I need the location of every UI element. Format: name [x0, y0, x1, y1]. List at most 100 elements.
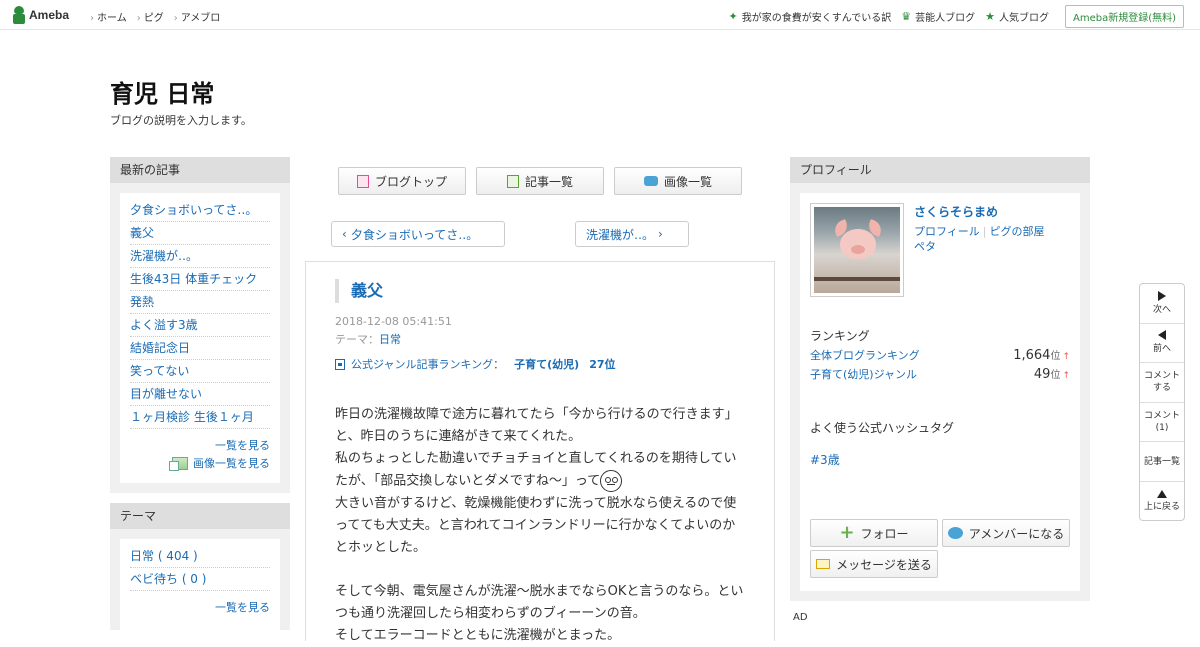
- ameba-logo[interactable]: Ameba: [12, 6, 69, 24]
- article-theme-link[interactable]: 日常: [379, 333, 401, 346]
- article-title[interactable]: 義父: [335, 279, 383, 303]
- recent-post-item[interactable]: 発熱: [130, 291, 270, 314]
- send-message-button[interactable]: メッセージを送る: [810, 550, 938, 578]
- register-button[interactable]: Ameba新規登録(無料): [1064, 5, 1184, 28]
- avatar[interactable]: [810, 203, 904, 297]
- article-theme-label: テーマ：: [335, 333, 379, 346]
- hashtag-link[interactable]: #3歳: [810, 451, 840, 468]
- recent-posts-panel: 最新の記事 夕食ショボいってさ‥。 義父 洗濯機が‥。 生後43日 体重チェック…: [110, 157, 290, 493]
- crown-icon: ♛: [901, 10, 912, 23]
- star-icon: ★: [985, 10, 995, 23]
- chevron-right-icon: ›: [136, 13, 141, 24]
- follow-label: フォロー: [860, 526, 909, 541]
- separator: |: [982, 225, 987, 238]
- next-article-link[interactable]: 洗濯機が‥。 ›: [575, 221, 689, 247]
- article: 義父 2018-12-08 05:41:51 テーマ：日常 公式ジャンル記事ラン…: [305, 261, 775, 643]
- ranking-row-value: 1,664: [1013, 348, 1051, 363]
- recent-post-item[interactable]: 目が離せない: [130, 383, 270, 406]
- prev-article-label: 夕食ショボいってさ‥。: [350, 227, 479, 242]
- article-paragraph-with-emoji: 私のちょっとした勘違いでチョチョイと直してくれるのを期待していたが、「部品交換し…: [335, 448, 747, 493]
- recent-posts-box: 夕食ショボいってさ‥。 義父 洗濯機が‥。 生後43日 体重チェック 発熱 よく…: [120, 193, 280, 483]
- celebrity-blog-label: 芸能人ブログ: [915, 13, 976, 24]
- global-nav: › ホーム › ピグ › アメブロ: [90, 9, 220, 24]
- ranking-row-value-group: 49位 ↑: [1034, 366, 1070, 382]
- play-left-icon: [1158, 330, 1166, 341]
- nav-home[interactable]: › ホーム: [90, 9, 127, 24]
- envelope-icon: [816, 559, 831, 569]
- nav-ameblo-label: アメブロ: [180, 13, 221, 24]
- next-article-side-button[interactable]: 次へ: [1140, 284, 1184, 324]
- theme-item[interactable]: ベビ待ち ( 0 ): [130, 568, 270, 591]
- prev-article-link[interactable]: ‹ 夕食ショボいってさ‥。: [331, 221, 505, 247]
- back-to-top-button[interactable]: 上に戻る: [1140, 482, 1184, 522]
- comment-side-button[interactable]: コメントする: [1140, 363, 1184, 403]
- follow-button[interactable]: + フォロー: [810, 519, 938, 547]
- chevron-right-icon: ›: [90, 13, 94, 24]
- recent-post-item[interactable]: 義父: [130, 222, 270, 245]
- article-ranking[interactable]: 公式ジャンル記事ランキング： 子育て(幼児) 27位: [335, 356, 616, 372]
- recent-post-item[interactable]: 結婚記念日: [130, 337, 270, 360]
- profile-name[interactable]: さくらそらまめ: [914, 203, 998, 220]
- profile-heading: プロフィール: [790, 157, 1090, 183]
- sparkle-icon: ✦: [728, 10, 738, 23]
- article-date: 2018-12-08 05:41:51: [335, 315, 452, 328]
- trend-up-icon: ↑: [1062, 371, 1070, 381]
- trend-up-icon: ↑: [1062, 352, 1070, 362]
- back-to-top-label: 上に戻る: [1143, 502, 1180, 513]
- amember-button[interactable]: アメンバーになる: [942, 519, 1070, 547]
- article-body: 昨日の洗濯機故障で途方に暮れてたら「今から行けるので行きます」と、昨日のうちに連…: [335, 404, 747, 647]
- celebrity-blog-link[interactable]: ♛ 芸能人ブログ: [901, 9, 975, 24]
- peta-link[interactable]: ペタ: [914, 238, 936, 254]
- ranking-icon: [335, 358, 345, 370]
- camera-icon: [643, 176, 658, 186]
- theme-box: 日常 ( 404 ) ベビ待ち ( 0 ) 一覧を見る: [120, 539, 280, 630]
- prev-article-side-button[interactable]: 前へ: [1140, 324, 1184, 364]
- floating-side-nav: 次へ 前へ コメントする コメント(1) 記事一覧 上に戻る: [1139, 283, 1185, 521]
- article-paragraph: 昨日の洗濯機故障で途方に暮れてたら「今から行けるので行きます」と、昨日のうちに連…: [335, 407, 738, 444]
- nav-pigg[interactable]: › ピグ: [137, 9, 164, 24]
- comment-count-side-button[interactable]: コメント(1): [1140, 403, 1184, 443]
- article-list-button[interactable]: 記事一覧: [476, 167, 604, 195]
- image-list-button[interactable]: 画像一覧: [614, 167, 742, 195]
- plus-icon: +: [839, 522, 855, 543]
- ranking-label: 公式ジャンル記事ランキング：: [351, 358, 505, 371]
- image-list-link[interactable]: 画像一覧を見る: [130, 455, 270, 471]
- theme-see-all-link[interactable]: 一覧を見る: [130, 599, 270, 615]
- next-label: 次へ: [1152, 304, 1171, 315]
- article-paragraph: そしてエラーコードとともに洗濯機がとまった。: [335, 627, 621, 643]
- recent-post-item[interactable]: 洗濯機が‥。: [130, 245, 270, 268]
- chat-bubble-icon: [947, 527, 963, 539]
- ranking-row-unit: 位: [1050, 370, 1061, 381]
- ranking-row-value: 49: [1033, 367, 1051, 382]
- image-list-button-label: 画像一覧: [663, 174, 712, 189]
- profile-link[interactable]: プロフィール: [914, 225, 980, 238]
- image-gallery-icon: [169, 456, 188, 471]
- recent-post-item[interactable]: よく溢す3歳: [130, 314, 270, 337]
- article-list-side-button[interactable]: 記事一覧: [1140, 442, 1184, 482]
- amember-label: アメンバーになる: [968, 526, 1065, 541]
- recent-post-item[interactable]: 夕食ショボいってさ‥。: [130, 199, 270, 222]
- pigg-room-link[interactable]: ピグの部屋: [990, 225, 1045, 238]
- recent-post-item[interactable]: 生後43日 体重チェック: [130, 268, 270, 291]
- ranking-position: 27位: [589, 358, 616, 371]
- ranking-row-label[interactable]: 全体ブログランキング: [810, 347, 920, 363]
- next-article-label: 洗濯機が‥。: [586, 227, 655, 242]
- article-paragraph: そして今朝、電気屋さんが洗濯～脱水までならOKと言うのなら。といつも通り洗濯回し…: [335, 583, 744, 621]
- hashtag-heading: よく使う公式ハッシュタグ: [810, 421, 955, 435]
- ranking-row-label[interactable]: 子育て(幼児)ジャンル: [810, 366, 917, 382]
- popular-blog-link[interactable]: ★ 人気ブログ: [985, 9, 1049, 24]
- recent-posts-heading: 最新の記事: [110, 157, 290, 183]
- recent-post-item[interactable]: １ヶ月検診 生後１ヶ月: [130, 406, 270, 429]
- blog-title[interactable]: 育児 日常: [110, 74, 214, 109]
- nav-ameblo[interactable]: › アメブロ: [174, 9, 221, 24]
- image-list-label: 画像一覧を見る: [193, 457, 270, 470]
- recent-post-item[interactable]: 笑ってない: [130, 360, 270, 383]
- prev-label: 前へ: [1152, 344, 1171, 355]
- popular-blog-label: 人気ブログ: [998, 13, 1049, 24]
- recent-see-all-link[interactable]: 一覧を見る: [130, 437, 270, 453]
- ranking-row-overall: 全体ブログランキング 1,664位 ↑: [810, 347, 1070, 363]
- theme-item[interactable]: 日常 ( 404 ): [130, 545, 270, 568]
- promo-link[interactable]: ✦ 我が家の食費が安くすんでいる訳: [729, 9, 892, 24]
- blog-top-button[interactable]: ブログトップ: [338, 167, 466, 195]
- article-theme: テーマ：日常: [335, 331, 401, 347]
